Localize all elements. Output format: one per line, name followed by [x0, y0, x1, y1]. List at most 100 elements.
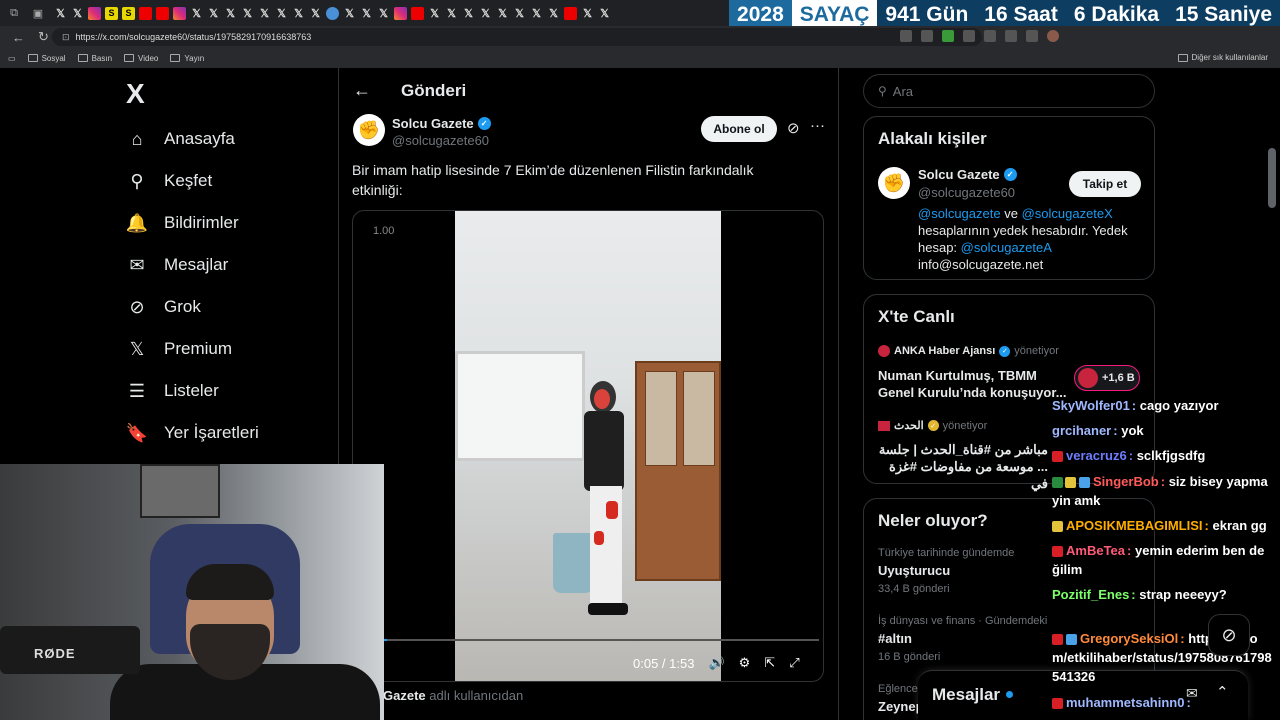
tab-favicon-icon[interactable]: 𝕏	[445, 7, 458, 20]
scrollbar[interactable]	[1268, 148, 1276, 208]
bio-link[interactable]: @solcugazeteX	[1022, 206, 1113, 221]
grok-fab-icon[interactable]: ⊘	[1208, 614, 1250, 656]
tab-favicon-icon[interactable]: 𝕏	[190, 7, 203, 20]
sidebar-item-premium[interactable]: 𝕏 Premium	[126, 334, 232, 364]
playback-speed[interactable]: 1.00	[373, 225, 394, 237]
extension-icon[interactable]	[963, 30, 975, 42]
tab-favicon-icon[interactable]	[139, 6, 152, 20]
tab-favicon-icon[interactable]: 𝕏	[377, 7, 390, 20]
tab-favicon-icon[interactable]: 𝕏	[292, 7, 305, 20]
bookmark-folder[interactable]: Video	[124, 54, 158, 63]
extension-icon[interactable]	[1026, 30, 1038, 42]
url-field[interactable]: ⊡ https://x.com/solcugazete60/status/197…	[52, 28, 982, 46]
tab-favicon-icon[interactable]: 𝕏	[241, 7, 254, 20]
tab-favicon-icon[interactable]: 𝕏	[530, 7, 543, 20]
profile-avatar[interactable]	[1047, 30, 1059, 42]
tab-favicon-icon[interactable]: 𝕏	[258, 7, 271, 20]
extension-icon[interactable]	[942, 30, 954, 42]
sidebar-item-yer-i̇şaretleri[interactable]: 🔖 Yer İşaretleri	[126, 418, 259, 448]
bookmark-folder[interactable]: Basın	[77, 54, 112, 63]
tab-favicon-icon[interactable]	[564, 6, 577, 20]
sidebar-item-grok[interactable]: ⊘ Grok	[126, 292, 200, 322]
author-handle[interactable]: @solcugazete60	[392, 133, 489, 148]
tab-favicon-icon[interactable]	[411, 6, 424, 20]
sidebar-item-anasayfa[interactable]: ⌂ Anasayfa	[126, 124, 235, 154]
extension-icon[interactable]	[984, 30, 996, 42]
other-bookmarks[interactable]: Diğer sık kullanılanlar	[1177, 53, 1268, 62]
tab-favicon-icon[interactable]: 𝕏	[224, 7, 237, 20]
live-space-title[interactable]: Numan Kurtulmuş, TBMM Genel Kurulu’nda k…	[878, 367, 1068, 401]
tab-favicon-icon[interactable]	[326, 6, 339, 20]
bio-link[interactable]: @solcugazeteA	[961, 240, 1052, 255]
tab-favicon-icon[interactable]	[173, 6, 186, 20]
tab-favicon-icon[interactable]: 𝕏	[54, 7, 67, 20]
tab-favicon-icon[interactable]: 𝕏	[598, 7, 611, 20]
trend-name[interactable]: Zeynep	[878, 699, 924, 714]
host-avatar	[1078, 368, 1098, 388]
author-name-row[interactable]: Solcu Gazete ✓	[392, 116, 491, 131]
tab-favicon-icon[interactable]: 𝕏	[547, 7, 560, 20]
related-avatar[interactable]: ✊	[878, 167, 910, 199]
related-handle[interactable]: @solcugazete60	[918, 185, 1015, 200]
tab-favicon-icon[interactable]: S	[122, 6, 135, 20]
live-host-row[interactable]: ANKA Haber Ajansı ✓ yönetiyor	[878, 345, 1059, 357]
tab-favicon-icon[interactable]	[88, 6, 101, 20]
tab-favicon-icon[interactable]	[156, 6, 169, 20]
extension-icon[interactable]	[1005, 30, 1017, 42]
tab-favicon-icon[interactable]: 𝕏	[428, 7, 441, 20]
fullscreen-icon[interactable]: ⤢	[789, 655, 799, 671]
tab-favicon-icon[interactable]: 𝕏	[581, 7, 594, 20]
workspaces-icon[interactable]: ⧉	[4, 3, 24, 23]
bio-link[interactable]: @solcugazete	[918, 206, 1001, 221]
extension-icon[interactable]	[900, 30, 912, 42]
trend-name[interactable]: Uyuşturucu	[878, 563, 950, 578]
tab-favicon-icon[interactable]: 𝕏	[462, 7, 475, 20]
video-player[interactable]: 1.00 0:05 / 1:53 🔊 ⚙ ⇱ ⤢	[352, 210, 824, 682]
search-input[interactable]: ⚲ Ara	[863, 74, 1155, 108]
tab-favicon-icon[interactable]: S	[105, 6, 118, 20]
author-avatar[interactable]: ✊	[353, 114, 385, 146]
sidebar-item-listeler[interactable]: ☰ Listeler	[126, 376, 219, 406]
sidebar-item-bildirimler[interactable]: 🔔 Bildirimler	[126, 208, 239, 238]
folder-icon	[77, 54, 88, 62]
follow-button[interactable]: Takip et	[1069, 171, 1141, 197]
tab-favicon-icon[interactable]: 𝕏	[360, 7, 373, 20]
video-progress-bar[interactable]	[367, 639, 819, 641]
subscribe-button[interactable]: Abone ol	[701, 116, 777, 142]
reload-icon[interactable]: ↻	[38, 29, 52, 45]
site-info-icon[interactable]: ⊡	[62, 32, 70, 43]
volume-icon[interactable]: 🔊	[708, 655, 724, 671]
tab-favicon-icon[interactable]: 𝕏	[513, 7, 526, 20]
tab-favicon-icon[interactable]: 𝕏	[343, 7, 356, 20]
chat-badge-icon	[1052, 477, 1063, 489]
attribution-name[interactable]: Gazete	[383, 688, 426, 703]
trend-name[interactable]: #altın	[878, 631, 912, 646]
sidebar-item-keşfet[interactable]: ⚲ Keşfet	[126, 166, 212, 196]
tab-favicon-icon[interactable]: 𝕏	[275, 7, 288, 20]
back-arrow-icon[interactable]: ←	[353, 80, 371, 101]
tab-list-icon[interactable]: ▣	[28, 3, 48, 23]
settings-icon[interactable]: ⚙	[739, 655, 751, 671]
bookmark-folder[interactable]: Yayın	[170, 54, 204, 63]
bookmark-folder[interactable]: Sosyal	[27, 54, 66, 63]
tab-favicon-icon[interactable]: 𝕏	[207, 7, 220, 20]
grok-icon[interactable]: ⊘	[787, 119, 800, 137]
live-space-title[interactable]: مباشر من #قناة_الحدث | جلسة ... موسعة من…	[878, 441, 1048, 492]
related-name-row[interactable]: Solcu Gazete ✓	[918, 167, 1017, 182]
video-frame[interactable]	[455, 211, 721, 681]
live-host-row[interactable]: الحدث ✓ yönetiyor	[878, 419, 987, 432]
reading-list-icon[interactable]: ▭	[8, 54, 16, 63]
tab-favicon-icon[interactable]	[394, 6, 407, 20]
live-listeners-pill[interactable]: +1,6 B	[1074, 365, 1140, 391]
sidebar-item-mesajlar[interactable]: ✉ Mesajlar	[126, 250, 228, 280]
tab-favicon-icon[interactable]: 𝕏	[496, 7, 509, 20]
back-icon[interactable]: ←	[12, 30, 26, 45]
tab-favicon-icon[interactable]: 𝕏	[71, 7, 84, 20]
tab-favicon-icon[interactable]: 𝕏	[309, 7, 322, 20]
search-placeholder: Ara	[892, 83, 914, 99]
more-options-icon[interactable]: ···	[810, 117, 825, 134]
tab-favicon-icon[interactable]: 𝕏	[479, 7, 492, 20]
x-logo-icon[interactable]: X	[126, 78, 145, 110]
extension-icon[interactable]	[921, 30, 933, 42]
pip-icon[interactable]: ⇱	[764, 655, 775, 671]
